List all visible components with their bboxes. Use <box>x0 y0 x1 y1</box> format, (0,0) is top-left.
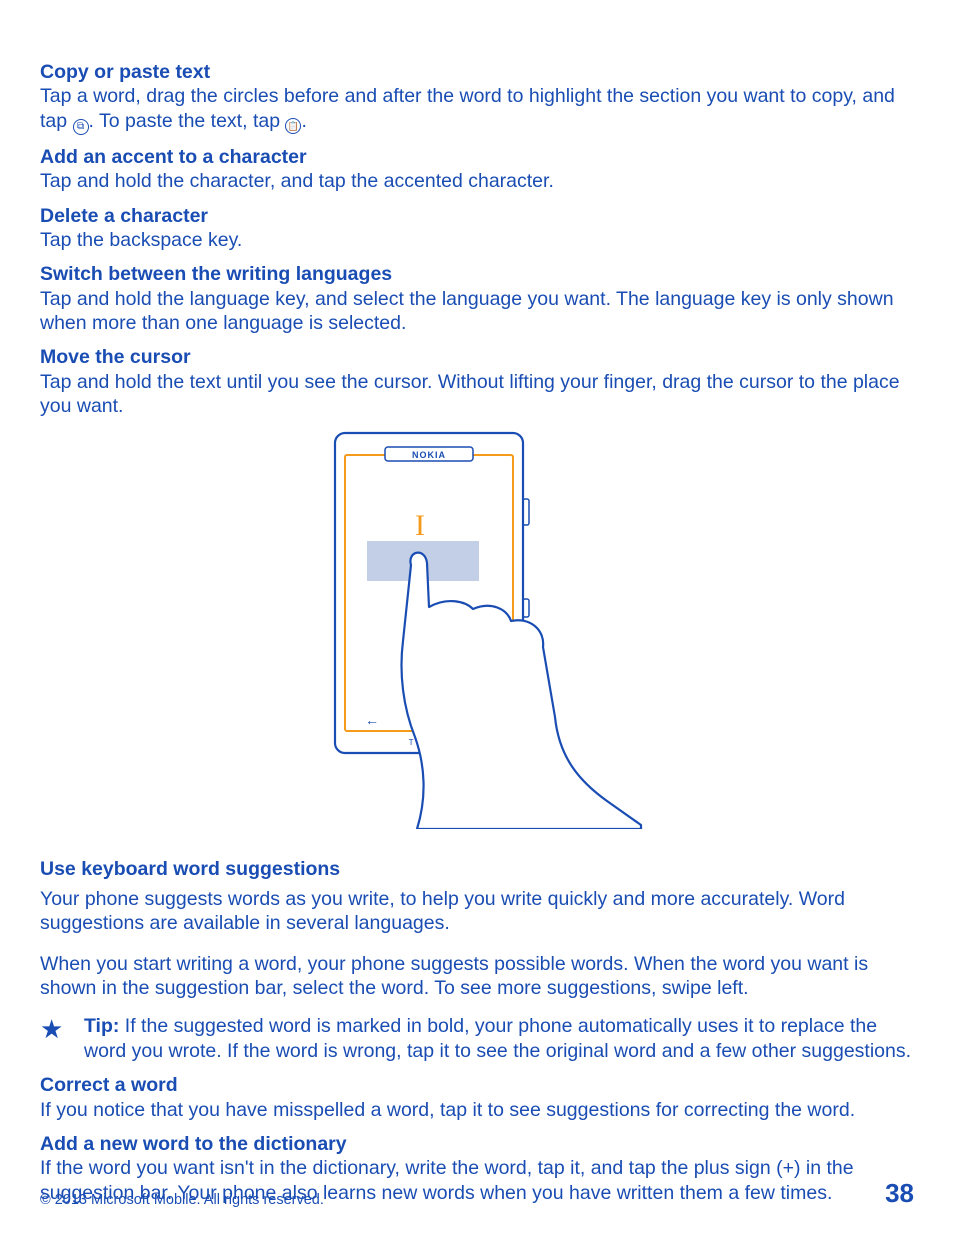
star-icon: ★ <box>40 1014 84 1063</box>
body-correct: If you notice that you have misspelled a… <box>40 1098 914 1122</box>
body-accent: Tap and hold the character, and tap the … <box>40 169 914 193</box>
heading-suggestions: Use keyboard word suggestions <box>40 857 914 881</box>
heading-accent: Add an accent to a character <box>40 145 914 169</box>
suggestions-p1: Your phone suggests words as you write, … <box>40 887 914 936</box>
body-move-cursor: Tap and hold the text until you see the … <box>40 370 914 419</box>
paste-icon <box>285 118 301 134</box>
heading-delete: Delete a character <box>40 204 914 228</box>
copy-icon <box>73 119 89 135</box>
heading-copy-paste: Copy or paste text <box>40 60 914 84</box>
tip-text: Tip: If the suggested word is marked in … <box>84 1014 914 1063</box>
footer: © 2013 Microsoft Mobile. All rights rese… <box>40 1177 914 1210</box>
heading-add-word: Add a new word to the dictionary <box>40 1132 914 1156</box>
svg-text:←: ← <box>365 712 379 728</box>
suggestions-p2: When you start writing a word, your phon… <box>40 952 914 1001</box>
text-fragment: . To paste the text, tap <box>89 110 286 132</box>
body-delete: Tap the backspace key. <box>40 228 914 252</box>
figure-container: NOKIA ← T · ·Mobile· I <box>40 429 914 829</box>
svg-text:I: I <box>415 509 425 542</box>
page-number: 38 <box>885 1177 914 1210</box>
tip-label: Tip: <box>84 1015 119 1037</box>
body-switch-lang: Tap and hold the language key, and selec… <box>40 287 914 336</box>
tip-body: If the suggested word is marked in bold,… <box>84 1015 911 1061</box>
brand-label: NOKIA <box>412 450 446 460</box>
copyright: © 2013 Microsoft Mobile. All rights rese… <box>40 1191 324 1209</box>
body-copy-paste: Tap a word, drag the circles before and … <box>40 84 914 134</box>
heading-correct: Correct a word <box>40 1073 914 1097</box>
heading-move-cursor: Move the cursor <box>40 345 914 369</box>
text-fragment: . <box>301 110 306 132</box>
heading-switch-lang: Switch between the writing languages <box>40 262 914 286</box>
phone-illustration: NOKIA ← T · ·Mobile· I <box>307 429 647 829</box>
tip-row: ★ Tip: If the suggested word is marked i… <box>40 1014 914 1063</box>
